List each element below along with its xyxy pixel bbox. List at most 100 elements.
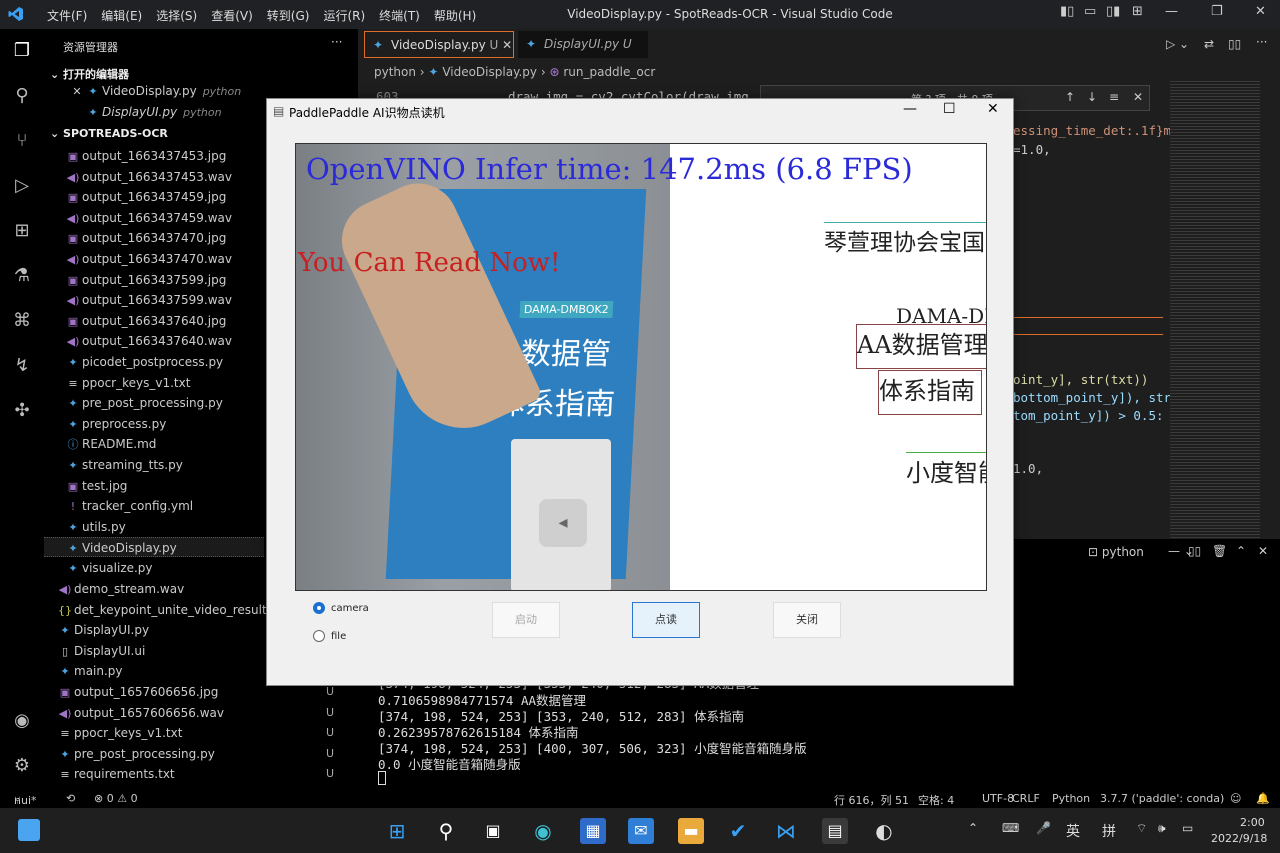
problems-status[interactable]: ⊗ 0 ⚠ 0	[94, 792, 138, 805]
find-prev-icon[interactable]: ↑	[1065, 90, 1075, 104]
close-editor-icon[interactable]: ✕	[70, 82, 84, 102]
menu-run[interactable]: 运行(R)	[316, 0, 372, 29]
code-line[interactable]: bottom_point_y]), str	[1013, 390, 1171, 405]
toggle-sidebar-icon[interactable]: ▮▯	[1060, 4, 1074, 19]
kill-terminal-icon[interactable]: 🗑	[1212, 544, 1227, 558]
find-selection-icon[interactable]: ≡	[1109, 90, 1119, 104]
start-icon[interactable]: ⊞	[384, 818, 410, 844]
file-tree-item[interactable]: ✦ visualize.py	[66, 558, 152, 578]
file-tree-item[interactable]: ✦ pre_post_processing.py	[66, 393, 222, 413]
code-line[interactable]: 1.0,	[1013, 461, 1043, 476]
ime-pinyin[interactable]: 拼	[1102, 821, 1116, 841]
split-terminal-icon[interactable]: ▯▯	[1188, 544, 1201, 558]
sync-icon[interactable]: ⟲	[66, 792, 75, 805]
run-python-icon[interactable]: ▷ ⌄	[1166, 37, 1189, 51]
compare-icon[interactable]: ⇄	[1204, 37, 1214, 51]
extensions-icon[interactable]: ⊞	[10, 219, 34, 243]
obs-icon[interactable]: ◐	[871, 818, 897, 844]
layout-icon[interactable]: ⊞	[1132, 4, 1143, 19]
account-icon[interactable]: ◉	[10, 709, 34, 733]
feedback-icon[interactable]: ☺	[1230, 792, 1241, 805]
cursor-position[interactable]: 行 616，列 51	[834, 792, 909, 808]
file-tree-item[interactable]: ▣ output_1663437470.jpg	[66, 228, 227, 248]
ime-mode[interactable]: 英	[1066, 821, 1080, 841]
task-view-icon[interactable]: ▣	[480, 818, 506, 844]
clock-date[interactable]: 2022/9/18	[1211, 832, 1267, 845]
file-tree-item[interactable]: ✦ picodet_postprocess.py	[66, 352, 223, 372]
toggle-panel-icon[interactable]: ▭	[1084, 4, 1096, 19]
testing-icon[interactable]: ⚗	[10, 264, 34, 288]
menu-file[interactable]: 文件(F)	[40, 0, 94, 29]
keyboard-icon[interactable]: ⌨	[1002, 821, 1019, 835]
code-line[interactable]: essing_time_det:.1f}m	[1013, 123, 1171, 138]
split-editor-icon[interactable]: ▯▯	[1228, 37, 1241, 51]
editor-more-icon[interactable]: ···	[1256, 35, 1267, 49]
settings-gear-icon[interactable]: ⚙	[10, 754, 34, 778]
close-icon[interactable]: ✕	[1255, 4, 1266, 19]
remote-icon[interactable]: ⌘	[10, 309, 34, 333]
dialog-maximize-icon[interactable]: ☐	[943, 101, 956, 117]
maximize-panel-icon[interactable]: ⌃	[1236, 544, 1246, 558]
open-editors-section[interactable]: ⌄ 打开的编辑器	[50, 66, 129, 82]
notifications-icon[interactable]: 🔔	[1256, 792, 1270, 805]
breadcrumb-item[interactable]: python	[374, 65, 416, 79]
read-button[interactable]: 点读	[632, 602, 700, 638]
file-tree-item[interactable]: ◀) output_1657606656.wav U	[58, 703, 348, 723]
search-icon[interactable]: ⚲	[10, 84, 34, 108]
todo-icon[interactable]: ✔	[725, 818, 751, 844]
show-desktop-icon[interactable]	[18, 819, 40, 841]
tab-displayui[interactable]: DisplayUI.py U ✦	[518, 31, 648, 58]
menu-help[interactable]: 帮助(H)	[427, 0, 483, 29]
code-line[interactable]: tom_point_y]) > 0.5:	[1013, 408, 1164, 423]
live-share-icon[interactable]: ↯	[10, 354, 34, 378]
file-tree-item[interactable]: ◀) output_1663437640.wav	[66, 331, 232, 351]
run-debug-icon[interactable]: ▷	[10, 174, 34, 198]
menu-view[interactable]: 查看(V)	[204, 0, 260, 29]
source-control-icon[interactable]: ⑂	[10, 129, 34, 153]
extension-view-icon[interactable]: ✣	[10, 399, 34, 423]
dialog-close-icon[interactable]: ✕	[987, 101, 999, 117]
microphone-icon[interactable]: 🎤	[1036, 821, 1051, 835]
file-tree-item[interactable]: ◀) output_1663437459.wav	[66, 208, 232, 228]
clock-time[interactable]: 2:00	[1240, 816, 1265, 829]
more-actions-icon[interactable]: ···	[331, 35, 342, 49]
search-taskbar-icon[interactable]: ⚲	[433, 818, 459, 844]
eol-status[interactable]: CRLF	[1012, 792, 1040, 805]
paddle-app-taskbar-icon[interactable]: ▤	[822, 818, 848, 844]
file-tree-item[interactable]: ≡ ppocr_keys_v1.txt U	[58, 723, 348, 743]
menu-terminal[interactable]: 终端(T)	[372, 0, 427, 29]
menu-selection[interactable]: 选择(S)	[149, 0, 204, 29]
breadcrumb-item[interactable]: VideoDisplay.py	[442, 65, 537, 79]
close-button[interactable]: 关闭	[773, 602, 841, 638]
terminal-selector[interactable]: ⊡ python	[1088, 545, 1144, 559]
menu-edit[interactable]: 编辑(E)	[94, 0, 149, 29]
file-tree-item[interactable]: ▣ test.jpg	[66, 476, 128, 496]
close-tab-icon[interactable]: ✕	[502, 38, 512, 52]
dialog-minimize-icon[interactable]: —	[903, 101, 917, 117]
edge-icon[interactable]: ◉	[530, 818, 556, 844]
file-tree-item[interactable]: ✦ preprocess.py	[66, 414, 166, 434]
file-tree-item[interactable]: ▣ output_1663437640.jpg	[66, 311, 227, 331]
open-editor-displayui[interactable]: ✦ DisplayUI.py python	[86, 102, 221, 122]
network-icon[interactable]: ⌔	[1136, 821, 1147, 836]
file-tree-item[interactable]: ▣ output_1663437459.jpg	[66, 187, 227, 207]
language-status[interactable]: Python	[1052, 792, 1090, 805]
code-line[interactable]: oint_y], str(txt))	[1013, 372, 1148, 387]
code-line[interactable]: =1.0,	[1013, 142, 1051, 157]
file-tree-item[interactable]: ▣ output_1663437453.jpg	[66, 146, 227, 166]
file-explorer-icon[interactable]: ▬	[678, 818, 704, 844]
encoding-status[interactable]: UTF-8	[982, 792, 1014, 805]
file-tree-item[interactable]: ◀) output_1663437453.wav	[66, 167, 232, 187]
file-tree-item[interactable]: ▣ output_1663437599.jpg	[66, 270, 227, 290]
file-tree-item[interactable]: ✦ pre_post_processing.py U	[58, 744, 348, 764]
minimap[interactable]	[1170, 79, 1260, 539]
explorer-icon[interactable]: ❐	[10, 39, 34, 63]
file-tree-item[interactable]: ! tracker_config.yml	[66, 496, 193, 516]
battery-icon[interactable]: ▭	[1182, 821, 1193, 835]
tab-videodisplay[interactable]: VideoDisplay.py U ✕ ✦	[364, 31, 514, 58]
store-icon[interactable]: ▦	[580, 818, 606, 844]
file-tree-item[interactable]: ⓘ README.md	[66, 434, 157, 454]
file-tree-item[interactable]: ✦ VideoDisplay.py	[44, 537, 264, 558]
toggle-secondary-icon[interactable]: ▯▮	[1106, 4, 1120, 19]
file-tree-item[interactable]: ◀) output_1663437470.wav	[66, 249, 232, 269]
